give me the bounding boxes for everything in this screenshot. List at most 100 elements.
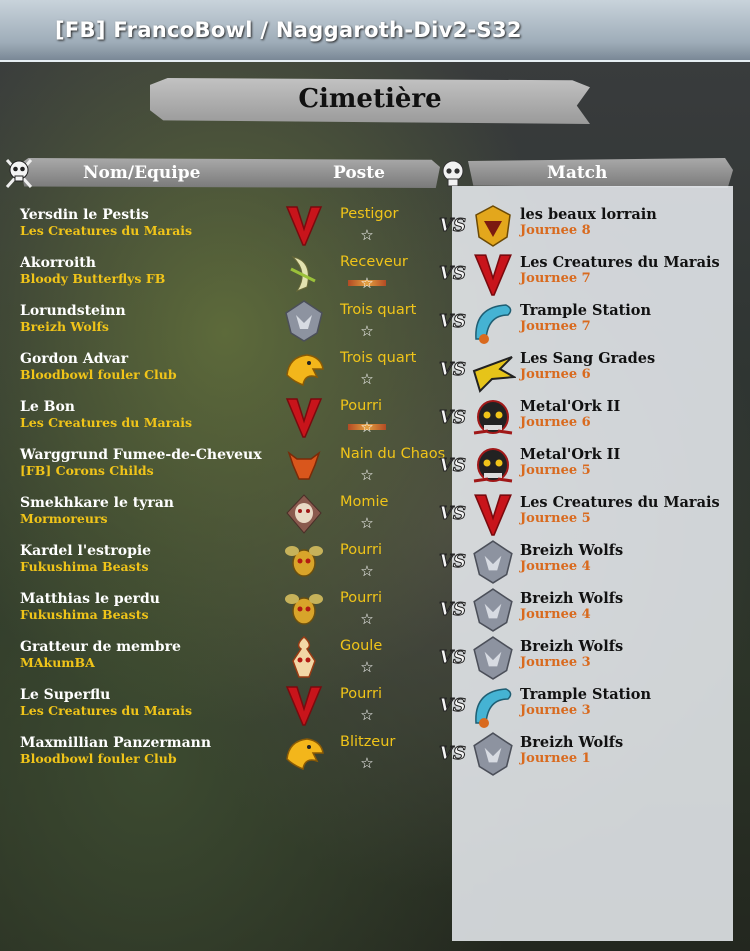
table-row[interactable]: Gordon Advar Bloodbowl fouler Club Trois q… [0,349,750,397]
player-name[interactable]: Le Superflu [20,687,110,703]
player-name[interactable]: Maxmillian Panzermann [20,735,211,751]
table-row[interactable]: Gratteur de membre MAkumBA Goule ☆ VS Breizh … [0,635,750,685]
window-titlebar: [FB] FrancoBowl / Naggaroth-Div2-S32 [0,0,750,62]
table-row[interactable]: Maxmillian Panzermann Bloodbowl fouler Cl… [0,731,750,781]
column-header-match: Match [547,163,608,183]
player-position: Nain du Chaos [340,446,446,462]
match-day: Journee 4 [520,607,591,622]
match-day: Journee 6 [520,415,591,430]
opponent-team[interactable]: Metal'Ork II [520,398,620,415]
player-team[interactable]: Les Creatures du Marais [20,703,192,718]
match-day: Journee 1 [520,751,591,766]
ghoul-skull-icon [283,635,325,679]
player-name[interactable]: Yersdin le Pestis [20,207,149,223]
match-day: Journee 7 [520,271,591,286]
player-position: Pestigor [340,206,399,222]
opponent-team[interactable]: Breizh Wolfs [520,542,623,559]
player-position: Blitzeur [340,734,396,750]
vs-icon: VS [438,211,468,237]
player-team[interactable]: MAkumBA [20,655,95,670]
wolf-shield-icon [470,635,516,681]
svg-text:VS: VS [439,359,466,380]
opponent-team[interactable]: Breizh Wolfs [520,638,623,655]
svg-text:VS: VS [439,407,466,428]
table-row[interactable]: Le Bon Les Creatures du Marais Pourri ☆ VS Me… [0,397,750,445]
red-v-emblem-icon [283,395,325,439]
opponent-team[interactable]: Breizh Wolfs [520,590,623,607]
star-icon: ☆ [360,754,374,772]
table-row[interactable]: Akorroith Bloody Butterflys FB Receveur ☆ VS… [0,253,750,301]
player-team[interactable]: Bloody Butterflys FB [20,271,165,286]
player-position: Pourri [340,398,382,414]
table-row[interactable]: Smekhkare le tyran Mormoreurs Momie ☆ VS Les … [0,493,750,541]
svg-text:VS: VS [439,263,466,284]
player-name[interactable]: Le Bon [20,399,75,415]
svg-text:VS: VS [439,503,466,524]
star-icon: ☆ [360,514,374,532]
table-row[interactable]: Warggrund Fumee-de-Cheveux [FB] Corons Ch… [0,445,750,493]
player-position: Receveur [340,254,408,270]
vs-icon: VS [438,355,468,381]
vs-icon: VS [438,451,468,477]
red-v-emblem-icon [283,683,325,727]
player-name[interactable]: Smekhkare le tyran [20,495,174,511]
opponent-team[interactable]: Les Creatures du Marais [520,254,720,271]
player-name[interactable]: Gratteur de membre [20,639,181,655]
opponent-team[interactable]: Les Creatures du Marais [520,494,720,511]
opponent-team[interactable]: Breizh Wolfs [520,734,623,751]
red-v-emblem-icon [283,203,325,247]
star-icon: ☆ [360,370,374,388]
table-row[interactable]: Kardel l'estropie Fukushima Beasts Pourri ☆… [0,539,750,589]
player-team[interactable]: Breizh Wolfs [20,319,109,334]
player-team[interactable]: Fukushima Beasts [20,559,149,574]
skull-crossbones-icon [5,159,33,188]
player-name[interactable]: Akorroith [20,255,96,271]
wolf-shield-icon [470,587,516,633]
player-name[interactable]: Lorundsteinn [20,303,126,319]
player-team[interactable]: [FB] Corons Childs [20,463,154,478]
opponent-team[interactable]: Trample Station [520,686,651,703]
vs-icon: VS [438,499,468,525]
table-row[interactable]: Matthias le perdu Fukushima Beasts Pourri ☆… [0,587,750,637]
player-team[interactable]: Bloodbowl fouler Club [20,751,177,766]
opponent-team[interactable]: Les Sang Grades [520,350,655,367]
star-icon: ☆ [348,419,386,435]
player-position: Pourri [340,590,382,606]
player-name[interactable]: Gordon Advar [20,351,128,367]
opponent-team[interactable]: Metal'Ork II [520,446,620,463]
player-team[interactable]: Fukushima Beasts [20,607,149,622]
opponent-team[interactable]: les beaux lorrain [520,206,657,223]
vs-icon: VS [438,643,468,669]
match-day: Journee 8 [520,223,591,238]
bull-head-icon [283,443,325,487]
player-team[interactable]: Les Creatures du Marais [20,415,192,430]
column-header-position: Poste [333,163,385,183]
star-icon: ☆ [360,658,374,676]
nurgle-fly-icon [283,587,325,631]
table-row[interactable]: Yersdin le Pestis Les Creatures du Marais… [0,205,750,253]
player-name[interactable]: Warggrund Fumee-de-Cheveux [20,447,262,463]
wolf-shield-icon [470,731,516,777]
player-team[interactable]: Mormoreurs [20,511,108,526]
player-team[interactable]: Bloodbowl fouler Club [20,367,177,382]
star-icon: ☆ [360,706,374,724]
wolf-shield-icon [283,299,325,343]
blue-horn-icon [470,299,516,345]
player-name[interactable]: Matthias le perdu [20,591,160,607]
opponent-team[interactable]: Trample Station [520,302,651,319]
star-icon: ☆ [360,322,374,340]
eagle-head-icon [283,347,325,391]
nurgle-fly-icon [283,539,325,583]
table-row[interactable]: Le Superflu Les Creatures du Marais Pourri… [0,685,750,733]
player-team[interactable]: Les Creatures du Marais [20,223,192,238]
star-icon: ☆ [360,562,374,580]
player-position: Goule [340,638,383,654]
star-icon: ☆ [360,610,374,628]
match-day: Journee 6 [520,367,591,382]
match-day: Journee 4 [520,559,591,574]
table-row[interactable]: Lorundsteinn Breizh Wolfs Trois quart ☆ VS Tr… [0,299,750,349]
star-icon: ☆ [360,466,374,484]
eagle-head-icon [283,731,325,775]
match-day: Journee 3 [520,655,591,670]
player-name[interactable]: Kardel l'estropie [20,543,151,559]
